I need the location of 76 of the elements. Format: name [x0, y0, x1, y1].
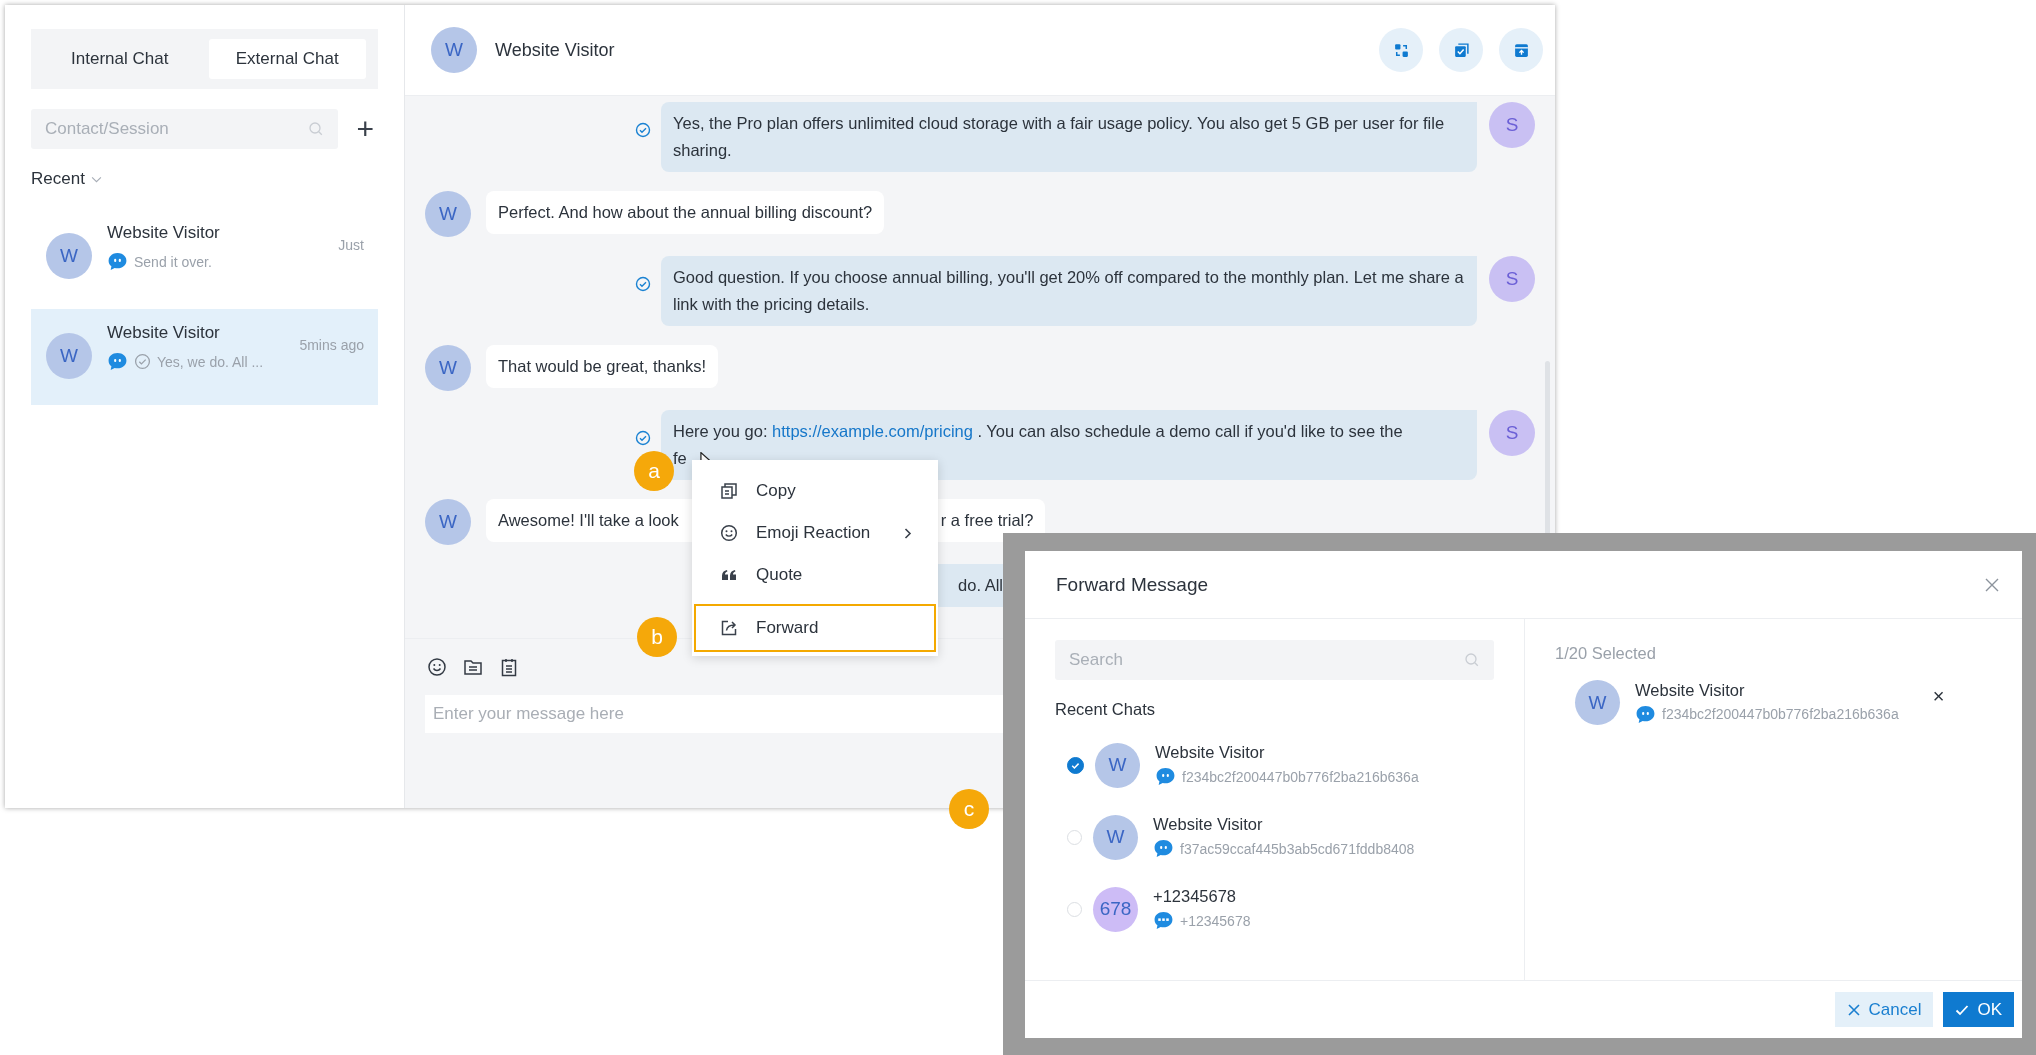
- message-bubble: Good question. If you choose annual billing, you'll get 20% off compared to the monthly plan. Let me share a link with the pricing details.: [661, 256, 1477, 326]
- contact-name: Website Visitor: [495, 39, 615, 61]
- ok-button[interactable]: OK: [1943, 992, 2014, 1027]
- chat-tab[interactable]: External Chat: [208, 39, 366, 79]
- avatar: W: [425, 499, 471, 545]
- radio-button[interactable]: [1067, 756, 1084, 774]
- conversation-item[interactable]: W Website Visitor Yes, we do. All ... 5mins ago: [31, 309, 378, 405]
- sent-check-icon: [635, 122, 651, 138]
- avatar: 678: [1093, 886, 1138, 932]
- avatar: W: [425, 345, 471, 391]
- contact-name: Website Visitor: [1153, 815, 1264, 834]
- chat-bubble-icon: [1635, 703, 1656, 725]
- checkbox-icon: [1452, 41, 1470, 59]
- dialog-title: Forward Message: [1056, 573, 1209, 596]
- message-bubble: Here you go: https://example.com/pricing . You can also schedule a demo call if you'd like to see the fe: [661, 410, 1477, 480]
- archive-button[interactable]: [1499, 28, 1543, 72]
- upload-box-icon: [1512, 41, 1530, 59]
- search-field[interactable]: Search: [1055, 640, 1494, 680]
- section-label: Recent: [31, 169, 85, 189]
- chat-tab[interactable]: Internal Chat: [41, 39, 199, 79]
- smiley-icon: [720, 524, 738, 542]
- checklist-button[interactable]: [1439, 28, 1483, 72]
- avatar: W: [46, 333, 92, 379]
- message-preview: Send it over.: [134, 253, 212, 270]
- message-preview: Yes, we do. All ...: [157, 353, 264, 370]
- avatar: W: [425, 191, 471, 237]
- session-id: f234bc2f200447b0b776f2ba216b636a: [1662, 706, 1899, 722]
- sent-check-icon: [635, 276, 651, 292]
- link[interactable]: https://example.com/pricing: [772, 422, 973, 440]
- avatar: S: [1489, 102, 1535, 148]
- close-icon[interactable]: [1984, 576, 2000, 593]
- avatar: S: [1489, 256, 1535, 302]
- close-icon: [1846, 1002, 1861, 1017]
- timestamp: 5mins ago: [299, 337, 364, 353]
- selection-count: 1/20 Selected: [1555, 644, 1657, 663]
- search-field[interactable]: Contact/Session: [31, 109, 339, 149]
- avatar: S: [1489, 410, 1535, 456]
- message-bubble: That would be great, thanks!: [486, 345, 719, 388]
- message-bubble: Perfect. And how about the annual billing discount?: [486, 191, 885, 234]
- timestamp: Just: [338, 237, 364, 253]
- avatar: W: [1575, 680, 1620, 725]
- add-button[interactable]: +: [352, 114, 378, 144]
- search-icon: [308, 121, 325, 137]
- session-id: f37ac59ccaf445b3ab5cd671fddb8408: [1180, 840, 1415, 857]
- step-marker: c: [949, 789, 989, 829]
- contact-name: Website Visitor: [1635, 680, 1746, 700]
- swap-icon: [1392, 41, 1410, 59]
- message-bubble: Yes, the Pro plan offers unlimited cloud storage with a fair usage policy. You also get 5 GB per user for file sharing.: [661, 102, 1477, 172]
- menu-item[interactable]: Forward: [694, 604, 936, 652]
- avatar: W: [431, 27, 477, 73]
- smiley-icon[interactable]: [427, 657, 447, 677]
- chat-bubble-icon: [1155, 766, 1176, 787]
- avatar: W: [1093, 814, 1138, 860]
- section-label: Recent Chats: [1055, 700, 1156, 719]
- contact-name: Website Visitor: [1155, 743, 1266, 762]
- share-icon: [720, 619, 738, 637]
- cancel-button[interactable]: Cancel: [1834, 992, 1934, 1027]
- avatar: W: [1095, 742, 1140, 788]
- copy-icon: [720, 482, 738, 500]
- contact-name: Website Visitor: [107, 223, 221, 243]
- folder-icon[interactable]: [463, 657, 483, 677]
- remove-button[interactable]: ×: [1932, 685, 1945, 708]
- chat-bubble-icon: [1153, 838, 1174, 859]
- session-id: f234bc2f200447b0b776f2ba216b636a: [1182, 768, 1419, 785]
- chat-bubble-icon: [107, 351, 128, 372]
- sms-icon: [1153, 910, 1174, 931]
- contact-name: +12345678: [1153, 887, 1238, 906]
- contact-name: Website Visitor: [107, 323, 221, 343]
- conversation-item[interactable]: W Website Visitor Send it over. Just: [31, 209, 378, 305]
- session-id: +12345678: [1180, 912, 1251, 929]
- search-icon: [1464, 652, 1480, 668]
- swap-button[interactable]: [1379, 28, 1423, 72]
- sent-check-icon: [635, 430, 651, 446]
- chat-bubble-icon: [107, 251, 128, 272]
- clipboard-icon[interactable]: [499, 657, 519, 677]
- avatar: W: [46, 233, 92, 279]
